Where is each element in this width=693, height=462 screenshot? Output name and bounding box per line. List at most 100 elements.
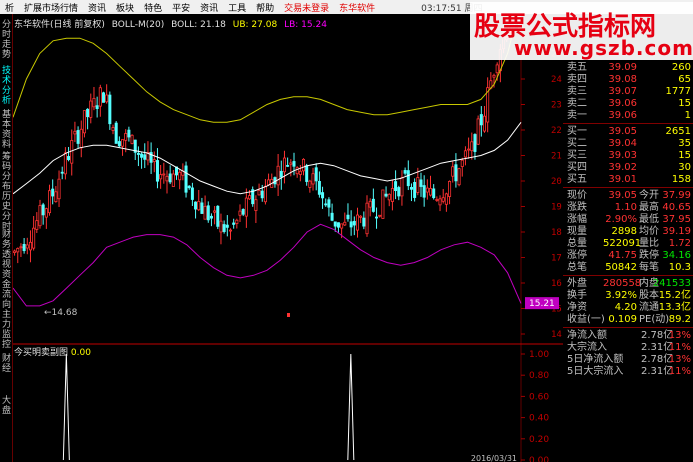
menu-item[interactable]: 资讯 bbox=[83, 1, 111, 14]
stock-name-alert[interactable]: 东华软件 bbox=[334, 1, 380, 14]
candle-down bbox=[127, 129, 131, 138]
boll-upper-value: UB: 27.08 bbox=[232, 20, 278, 30]
candle-down bbox=[108, 94, 112, 125]
ask-volume: 260 bbox=[671, 62, 691, 73]
candle-up bbox=[463, 150, 467, 158]
tab-main-force[interactable]: 主力监控 bbox=[0, 310, 13, 350]
stat-value: 2898 bbox=[611, 226, 637, 237]
stat-label: 流通 bbox=[639, 302, 659, 313]
stat-label: 均价 bbox=[639, 226, 659, 237]
bid-row: 买一 39.05 2651 bbox=[563, 126, 693, 137]
menu-item[interactable]: 特色 bbox=[139, 1, 167, 14]
candle-up bbox=[359, 215, 363, 218]
candle-up bbox=[267, 179, 271, 186]
ask-label: 卖五 bbox=[567, 62, 587, 73]
candle-down bbox=[260, 190, 264, 199]
tab-news[interactable]: 财经 bbox=[0, 354, 13, 374]
bid-volume: 2651 bbox=[665, 126, 691, 137]
tab-profile[interactable]: 基本资料 bbox=[0, 110, 13, 150]
stat-label: 收益(一) bbox=[567, 314, 605, 325]
candle-up bbox=[203, 205, 207, 220]
candle-down bbox=[394, 181, 398, 192]
price-tick-label: 19.00 bbox=[551, 203, 563, 213]
candle-down bbox=[454, 164, 458, 182]
stat-label: 最低 bbox=[639, 214, 659, 225]
stat-value: 0.109 bbox=[608, 314, 637, 325]
candle-down bbox=[384, 193, 388, 197]
bid-label: 买五 bbox=[567, 174, 587, 185]
menu-item[interactable]: 平安 bbox=[167, 1, 195, 14]
candle-up bbox=[467, 148, 471, 151]
price-tick-label: 24.00 bbox=[551, 75, 563, 85]
price-tick-label: 16.00 bbox=[551, 279, 563, 289]
candle-up bbox=[16, 248, 20, 253]
menu-item[interactable]: 析 bbox=[0, 1, 19, 14]
stat-label: 跌停 bbox=[639, 250, 659, 261]
menu-item[interactable]: 帮助 bbox=[251, 1, 279, 14]
candle-up bbox=[254, 199, 258, 211]
sub-tick-label: 0.80 bbox=[529, 371, 549, 381]
stat-value: 40.65 bbox=[662, 202, 691, 213]
boll-lower-value: LB: 15.24 bbox=[284, 20, 327, 30]
candle-down bbox=[432, 188, 436, 199]
candle-down bbox=[352, 220, 356, 226]
bottom-date-label: 2016/03/31 bbox=[471, 454, 517, 462]
menu-item[interactable]: 扩展市场行情 bbox=[19, 1, 83, 14]
candle-down bbox=[232, 222, 236, 225]
price-tick-label: 17.00 bbox=[551, 254, 563, 264]
candle-up bbox=[482, 115, 486, 132]
candle-up bbox=[70, 140, 74, 164]
tab-technical[interactable]: 技术分析 bbox=[0, 66, 13, 106]
stat-label: 外盘 bbox=[567, 278, 587, 289]
candle-up bbox=[476, 118, 480, 145]
stat-label: 涨跌 bbox=[567, 202, 587, 213]
stat-value: 241533 bbox=[652, 278, 691, 289]
candle-up bbox=[257, 190, 261, 196]
candle-down bbox=[403, 170, 407, 174]
candle-down bbox=[140, 153, 144, 158]
candle-down bbox=[321, 192, 325, 199]
menu-item[interactable]: 工具 bbox=[223, 1, 251, 14]
candle-down bbox=[371, 198, 375, 212]
stat-row: 收益(一) 0.109 PE(动) 89.2 bbox=[563, 314, 693, 325]
stat-value: 89.2 bbox=[668, 314, 691, 325]
stat-row: 涨停 41.75 跌停 34.16 bbox=[563, 250, 693, 261]
stat-value: 280558 bbox=[603, 278, 642, 289]
stat-value: 37.95 bbox=[662, 214, 691, 225]
candle-down bbox=[22, 243, 26, 252]
tab-chips[interactable]: 筹码分布 bbox=[0, 152, 13, 192]
candle-up bbox=[63, 152, 67, 175]
bid-price: 39.05 bbox=[608, 126, 637, 137]
tab-finance[interactable]: 财务透视 bbox=[0, 230, 13, 270]
candle-up bbox=[470, 141, 474, 152]
ask-row: 卖五 39.09 260 bbox=[563, 62, 693, 73]
stat-value: 10.3 bbox=[668, 262, 691, 273]
fund-flow-label: 大宗流入 bbox=[567, 342, 607, 353]
stat-value: 39.05 bbox=[608, 190, 637, 201]
candle-down bbox=[409, 186, 413, 190]
indicator-legend: 东华软件(日线 前复权) BOLL-M(20) BOLL: 21.18 UB: … bbox=[14, 17, 331, 30]
ask-volume: 1 bbox=[684, 110, 691, 121]
candle-down bbox=[190, 187, 194, 200]
tab-intraday[interactable]: 分时走势 bbox=[0, 20, 13, 60]
candle-down bbox=[155, 160, 159, 182]
candle-up bbox=[121, 139, 125, 147]
sub-tick-label: 0.60 bbox=[529, 392, 549, 402]
stat-value: 4.20 bbox=[614, 302, 637, 313]
candle-down bbox=[330, 212, 334, 221]
login-status[interactable]: 交易未登录 bbox=[279, 1, 334, 14]
tab-market[interactable]: 大盘 bbox=[0, 396, 13, 416]
tab-history[interactable]: 历史分时 bbox=[0, 192, 13, 232]
candle-down bbox=[41, 204, 45, 216]
menu-item[interactable]: 板块 bbox=[111, 1, 139, 14]
menu-item[interactable]: 资讯 bbox=[195, 1, 223, 14]
fund-flow-row: 5日大宗流入 2.31亿 11% bbox=[563, 366, 693, 377]
stat-row: 涨跌 1.10 最高 40.65 bbox=[563, 202, 693, 213]
candle-down bbox=[413, 182, 417, 198]
stat-value: 39.19 bbox=[662, 226, 691, 237]
watermark-url: www.gszb.com bbox=[514, 36, 693, 60]
tab-fund-flow[interactable]: 资金流向 bbox=[0, 270, 13, 310]
kline-chart[interactable]: 26.0025.0024.0023.0022.0021.0020.0019.00… bbox=[13, 14, 563, 462]
candle-down bbox=[168, 173, 172, 183]
candle-up bbox=[289, 162, 293, 165]
